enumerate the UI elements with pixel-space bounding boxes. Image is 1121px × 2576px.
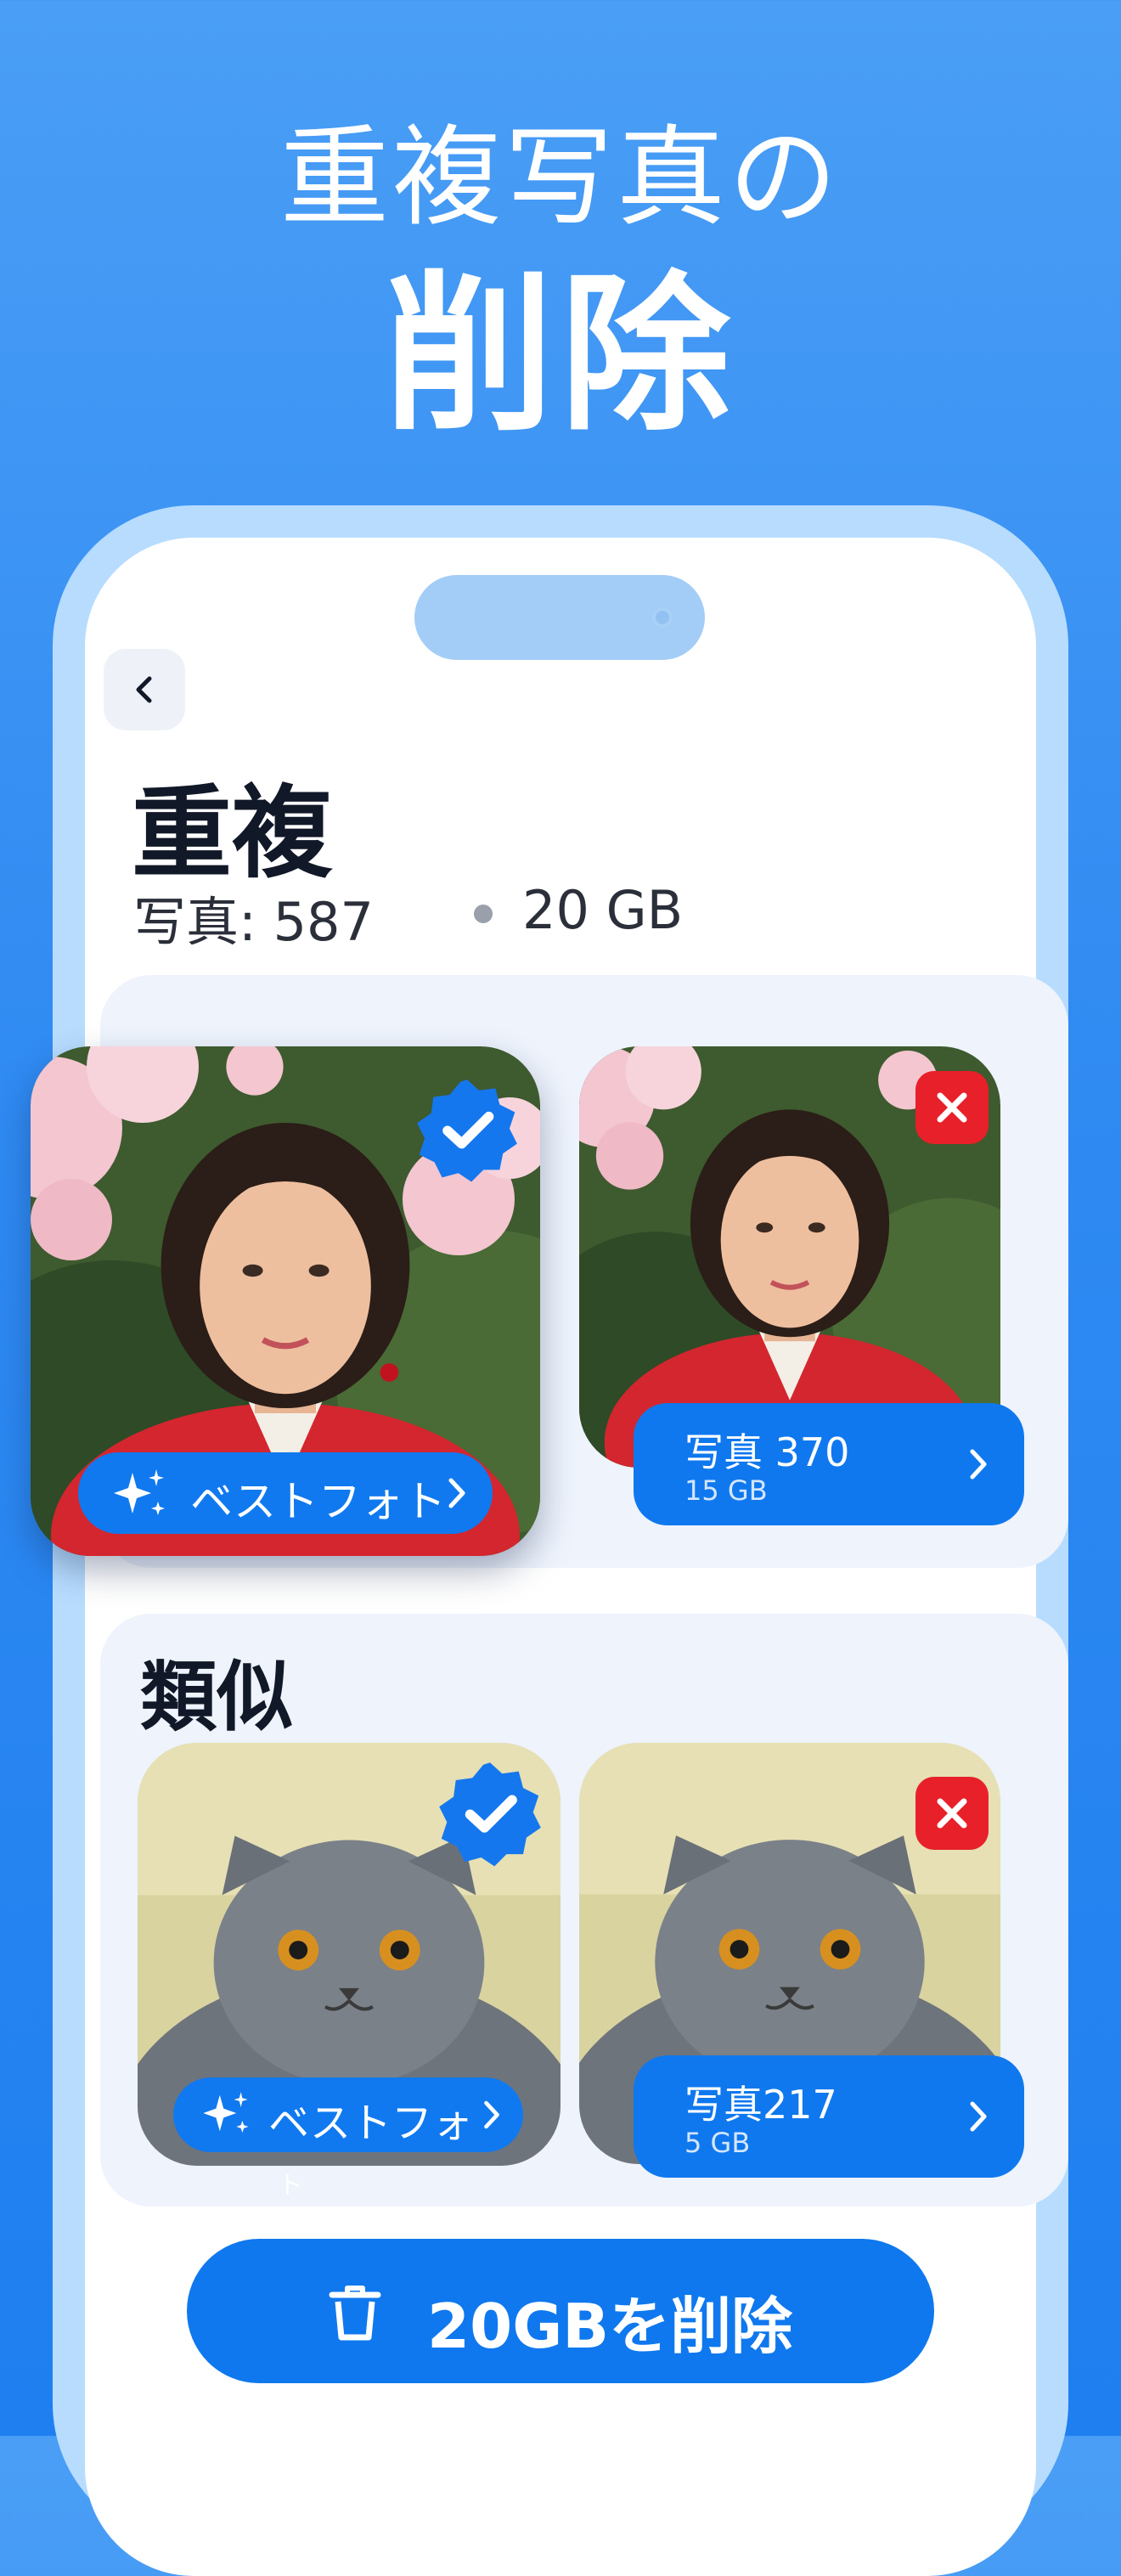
- chevron-right-icon: [970, 1449, 987, 1480]
- close-icon: [937, 1798, 967, 1829]
- sparkles-icon: [203, 2092, 249, 2134]
- delete-button-label: 20GBを削除: [427, 2291, 793, 2362]
- chevron-left-icon: [136, 676, 152, 703]
- total-size: 20 GB: [522, 879, 684, 941]
- group-photo-count: 写真217: [684, 2082, 837, 2128]
- verified-check-icon: [417, 1079, 517, 1182]
- promo-headline-emphasis: 削除: [383, 256, 737, 454]
- group-size: 15 GB: [684, 1474, 768, 1507]
- best-photo-label: ベストフォ: [268, 2100, 473, 2147]
- group-photo-count: 写真 370: [684, 1429, 850, 1475]
- verified-check-icon: [439, 1762, 541, 1867]
- best-photo-badge[interactable]: ベストフォ: [173, 2077, 523, 2152]
- separator-dot: [474, 905, 493, 923]
- camera-lens: [652, 607, 673, 628]
- group-size: 5 GB: [684, 2127, 751, 2159]
- best-photo-label-overflow: ト: [278, 2171, 303, 2201]
- delete-button[interactable]: 20GBを削除: [187, 2239, 934, 2383]
- back-button[interactable]: [104, 649, 185, 730]
- similar-section-title: 類似: [140, 1653, 293, 1742]
- reject-button[interactable]: [915, 1777, 989, 1850]
- trash-icon: [329, 2286, 381, 2341]
- best-photo-badge[interactable]: ベストフォト: [78, 1452, 493, 1534]
- similar-group-count-button[interactable]: 写真217 5 GB: [634, 2055, 1024, 2178]
- photo-count: 写真: 587: [133, 891, 374, 953]
- reject-button[interactable]: [915, 1071, 989, 1144]
- page-title: 重複: [132, 775, 333, 892]
- best-photo-label: ベストフォト: [190, 1477, 446, 1526]
- dynamic-island: [414, 575, 705, 660]
- chevron-right-icon: [484, 2100, 499, 2129]
- close-icon: [937, 1092, 967, 1123]
- chevron-right-icon: [448, 1478, 465, 1508]
- sparkles-icon: [114, 1469, 165, 1515]
- chevron-right-icon: [970, 2101, 987, 2132]
- duplicate-group-count-button[interactable]: 写真 370 15 GB: [634, 1403, 1024, 1525]
